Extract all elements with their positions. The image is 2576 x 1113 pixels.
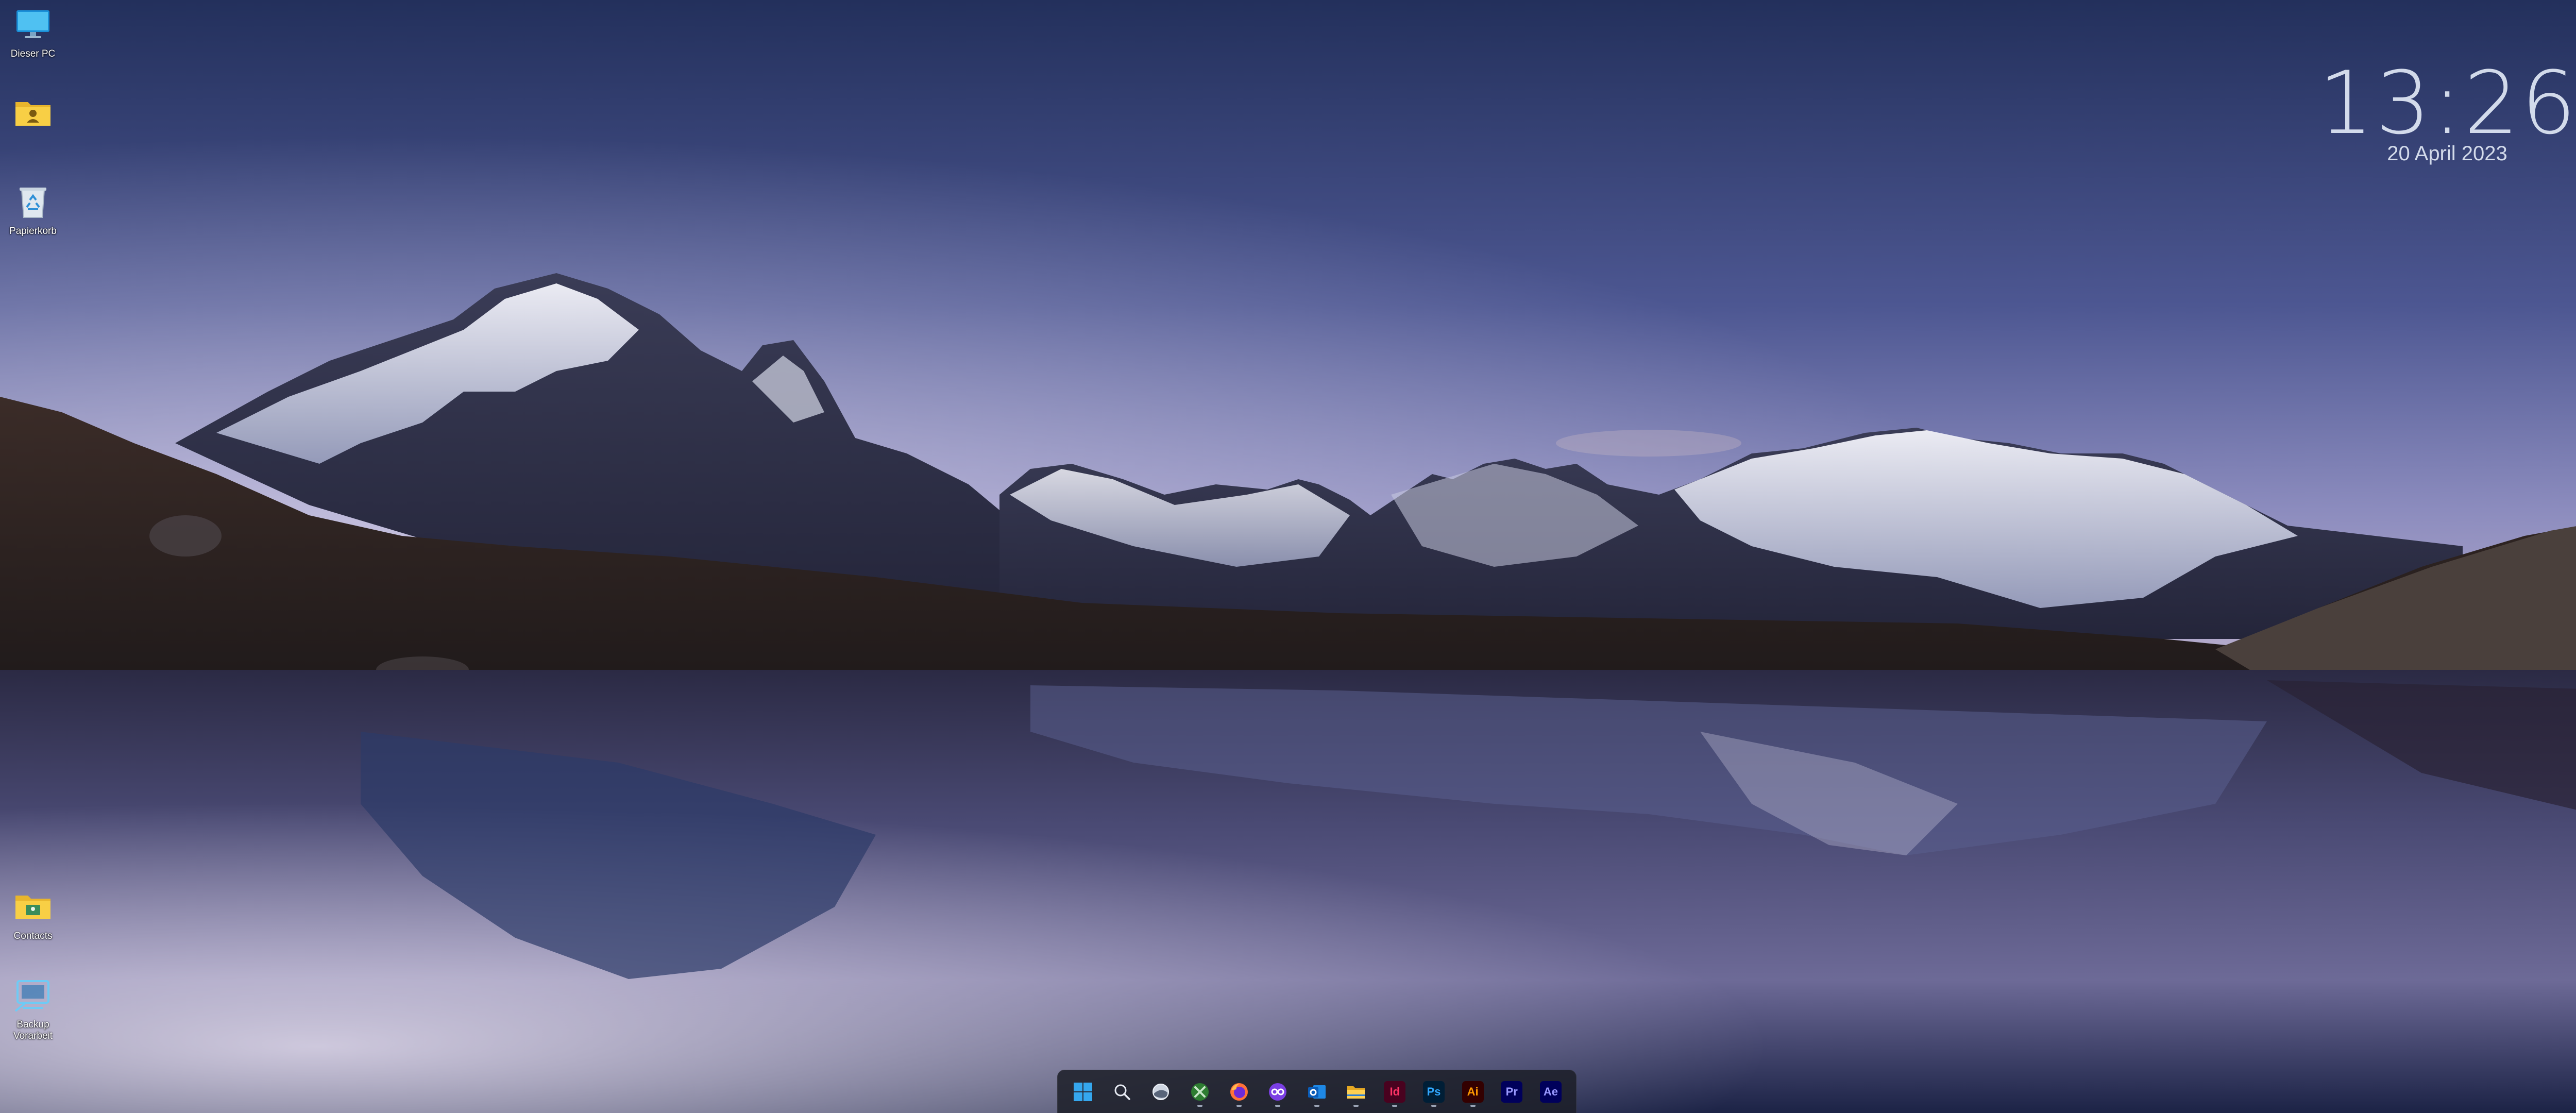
user-folder-icon — [15, 102, 50, 126]
desktop-icon-label: Contacts — [13, 931, 53, 941]
purple-app-icon — [1269, 1083, 1287, 1101]
xbox-app-icon — [1191, 1083, 1209, 1101]
clock-widget: 13:26 20 April 2023 — [2318, 57, 2576, 165]
windows-logo-icon — [1074, 1082, 1092, 1101]
desktop-icon-label: Backup Vorarbeit — [13, 1019, 53, 1041]
desktop-wallpaper — [0, 0, 2576, 1113]
monitor-icon — [16, 10, 49, 38]
desktop-icon-label: Papierkorb — [9, 226, 57, 237]
desktop-icon-user-folder[interactable] — [4, 93, 62, 137]
taskbar-after-effects-button[interactable]: Ae — [1535, 1076, 1567, 1108]
desktop-icon-label: Dieser PC — [10, 48, 56, 59]
taskbar: Id Ps Ai Pr Ae — [1057, 1070, 1577, 1113]
taskbar-purple-app-button[interactable] — [1262, 1076, 1294, 1108]
running-indicator — [1275, 1104, 1281, 1107]
photoshop-icon: Ps — [1422, 1081, 1445, 1103]
recycle-bin-icon — [20, 188, 46, 218]
indesign-icon: Id — [1384, 1081, 1406, 1103]
premiere-icon: Pr — [1501, 1081, 1523, 1103]
taskbar-xbox-button[interactable] — [1184, 1076, 1216, 1108]
running-indicator — [1197, 1104, 1202, 1107]
taskbar-firefox-button[interactable] — [1223, 1076, 1255, 1108]
running-indicator — [1314, 1104, 1319, 1107]
desktop-icon-recycle-bin[interactable]: Papierkorb — [4, 181, 62, 237]
taskbar-photoshop-button[interactable]: Ps — [1418, 1076, 1450, 1108]
taskbar-illustrator-button[interactable]: Ai — [1457, 1076, 1489, 1108]
running-indicator — [1236, 1104, 1242, 1107]
running-indicator — [1392, 1104, 1398, 1107]
taskbar-task-view-button[interactable] — [1145, 1076, 1177, 1108]
desktop-icon-backup[interactable]: Backup Vorarbeit — [4, 975, 62, 1042]
illustrator-icon: Ai — [1462, 1081, 1484, 1103]
desktop-icon-contacts[interactable]: Contacts — [4, 886, 62, 942]
running-indicator — [1353, 1104, 1359, 1107]
running-indicator — [1470, 1104, 1476, 1107]
firefox-icon — [1230, 1083, 1248, 1101]
task-view-icon — [1153, 1083, 1170, 1100]
taskbar-indesign-button[interactable]: Id — [1379, 1076, 1411, 1108]
folder-icon — [1347, 1086, 1365, 1099]
after-effects-icon: Ae — [1539, 1081, 1562, 1103]
search-icon — [1114, 1084, 1130, 1100]
taskbar-start-button[interactable] — [1067, 1076, 1099, 1108]
taskbar-search-button[interactable] — [1106, 1076, 1138, 1108]
desktop-icon-this-pc[interactable]: Dieser PC — [4, 4, 62, 60]
backup-icon — [14, 980, 49, 1012]
clock-time: 13:26 — [2318, 53, 2576, 154]
outlook-icon — [1308, 1085, 1326, 1099]
running-indicator — [1431, 1104, 1436, 1107]
taskbar-outlook-button[interactable] — [1301, 1076, 1333, 1108]
contacts-folder-icon — [15, 896, 50, 919]
taskbar-file-explorer-button[interactable] — [1340, 1076, 1372, 1108]
taskbar-premiere-button[interactable]: Pr — [1496, 1076, 1528, 1108]
